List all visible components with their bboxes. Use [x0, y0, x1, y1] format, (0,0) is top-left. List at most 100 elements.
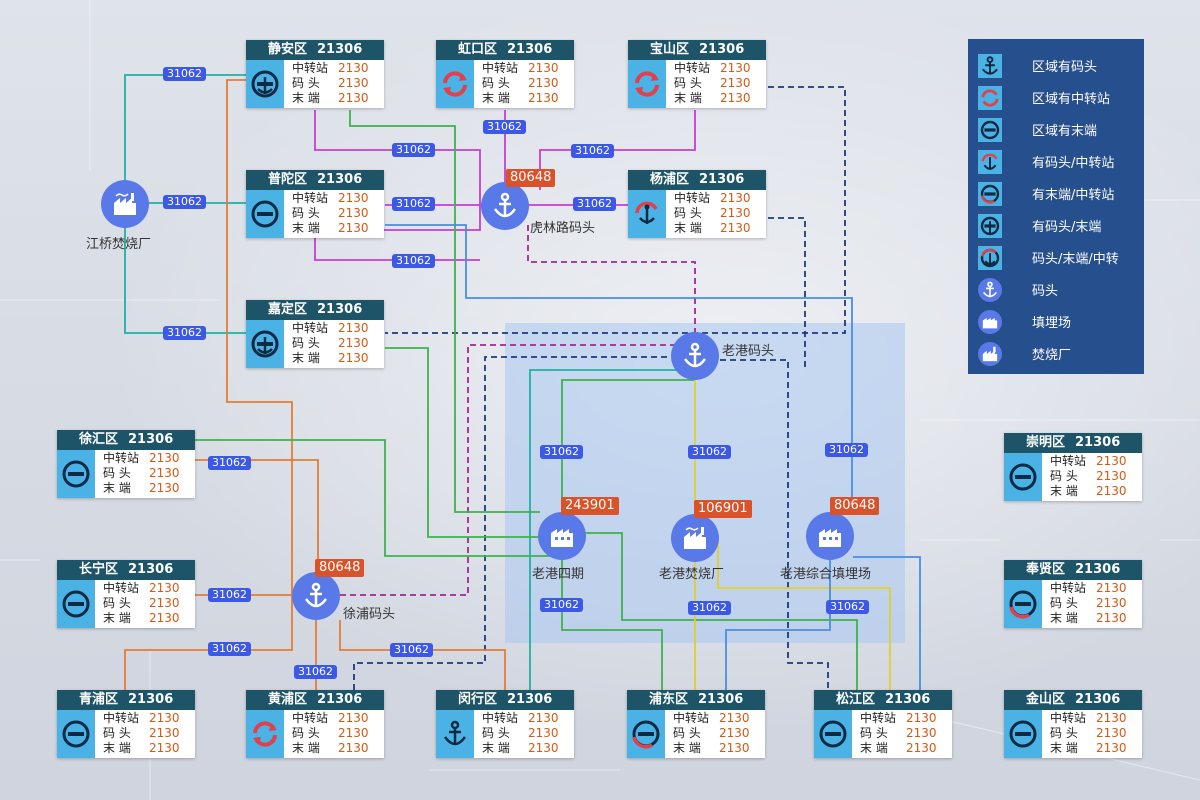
facility-node-laogang-landfill[interactable]: [806, 512, 854, 560]
district-code: 21306: [699, 172, 745, 187]
field-label: 末 端: [1050, 741, 1078, 755]
flow-pill: 31062: [208, 588, 251, 602]
field-label: 码 头: [1050, 596, 1078, 610]
transfer-value: 2130: [149, 581, 180, 595]
flow-pill: 31062: [208, 642, 251, 656]
facility-node-laogang-phase4[interactable]: [538, 512, 586, 560]
district-card-qingpu[interactable]: 青浦区 21306 中转站 2130 码 头 2130 末 端 2130: [57, 690, 195, 758]
terminal-value: 2130: [719, 741, 750, 755]
district-card-huangpu[interactable]: 黄浦区 21306 中转站 2130 码 头 2130 末 端 2130: [246, 690, 384, 758]
transfer-value: 2130: [1096, 711, 1127, 725]
district-code: 21306: [128, 432, 174, 447]
district-card-chongming[interactable]: 崇明区 21306 中转站 2130 码 头 2130 末 端 2130: [1004, 433, 1142, 501]
dock-value: 2130: [149, 726, 180, 740]
terminal-transfer-icon: [978, 182, 1002, 206]
dock-terminal-icon: [978, 214, 1002, 238]
district-card-jiading[interactable]: 嘉定区 21306 中转站 2130 码 头 2130 末 端 2130: [246, 300, 384, 368]
field-label: 中转站: [292, 191, 329, 205]
district-card-jinshan[interactable]: 金山区 21306 中转站 2130 码 头 2130 末 端 2130: [1004, 690, 1142, 758]
district-card-changning[interactable]: 长宁区 21306 中转站 2130 码 头 2130 末 端 2130: [57, 560, 195, 628]
legend-item: 区域有中转站: [978, 80, 1138, 112]
terminal-icon: [57, 710, 95, 758]
facility-node-xupu[interactable]: [292, 572, 340, 620]
flow-pill: 31062: [688, 445, 731, 459]
terminal-value: 2130: [528, 741, 559, 755]
anchor-icon: [683, 342, 707, 368]
district-code: 21306: [698, 692, 744, 707]
anchor-icon: [493, 192, 517, 218]
terminal-icon: [814, 710, 852, 758]
field-label: 中转站: [860, 711, 897, 725]
district-card-putuo[interactable]: 普陀区 21306 中转站 2130 码 头 2130 末 端 2130: [246, 170, 384, 238]
incinerator-icon: [114, 193, 136, 215]
transfer-value: 2130: [720, 191, 751, 205]
facility-node-laogang-incinerator[interactable]: [671, 514, 719, 562]
district-code: 21306: [1075, 435, 1121, 450]
terminal-value: 2130: [149, 481, 180, 495]
field-label: 末 端: [674, 91, 702, 105]
transfer-value: 2130: [906, 711, 937, 725]
terminal-value: 2130: [1096, 741, 1127, 755]
facility-node-jiangqiao[interactable]: [101, 180, 149, 228]
field-label: 末 端: [103, 611, 131, 625]
field-label: 末 端: [860, 741, 888, 755]
flow-pill: 31062: [163, 67, 206, 81]
facility-node-laogang-dock[interactable]: [671, 332, 719, 380]
district-name: 青浦区: [79, 692, 119, 707]
field-label: 码 头: [674, 76, 702, 90]
dock-value: 2130: [528, 76, 559, 90]
field-label: 中转站: [674, 61, 711, 75]
field-label: 中转站: [1050, 454, 1087, 468]
district-card-baoshan[interactable]: 宝山区 21306 中转站 2130 码 头 2130 末 端 2130: [628, 40, 766, 108]
legend-item: 有码头/中转站: [978, 144, 1138, 176]
district-card-minhang[interactable]: 闵行区 21306 中转站 2130 码 头 2130 末 端 2130: [436, 690, 574, 758]
transfer-value: 2130: [528, 61, 559, 75]
transfer-icon: [246, 710, 284, 758]
district-card-xuhui[interactable]: 徐汇区 21306 中转站 2130 码 头 2130 末 端 2130: [57, 430, 195, 498]
legend-item: 有码头/末端: [978, 208, 1138, 240]
dock-value: 2130: [1096, 726, 1127, 740]
facility-badge-laogang-phase4: 243901: [561, 497, 619, 515]
field-label: 中转站: [103, 711, 140, 725]
terminal-value: 2130: [1096, 484, 1127, 498]
district-name: 静安区: [268, 42, 308, 57]
facility-label-laogang-phase4: 老港四期: [532, 567, 585, 582]
flow-pill: 31062: [825, 443, 868, 457]
terminal-value: 2130: [720, 221, 751, 235]
district-code: 21306: [317, 692, 363, 707]
field-label: 码 头: [292, 336, 320, 350]
terminal-value: 2130: [906, 741, 937, 755]
field-label: 码 头: [103, 726, 131, 740]
field-label: 末 端: [103, 741, 131, 755]
district-card-pudong[interactable]: 浦东区 21306 中转站 2130 码 头 2130 末 端 2130: [627, 690, 765, 758]
facility-label-xupu: 徐浦码头: [343, 607, 396, 622]
legend-item: 填埋场: [978, 304, 1138, 336]
district-code: 21306: [317, 42, 363, 57]
legend-label: 有码头/末端: [1032, 220, 1102, 235]
district-card-songjiang[interactable]: 松江区 21306 中转站 2130 码 头 2130 末 端 2130: [814, 690, 952, 758]
transfer-value: 2130: [149, 451, 180, 465]
dock-value: 2130: [528, 726, 559, 740]
terminal-value: 2130: [1096, 611, 1127, 625]
district-card-hongkou[interactable]: 虹口区 21306 中转站 2130 码 头 2130 末 端 2130: [436, 40, 574, 108]
legend-panel: 区域有码头 区域有中转站 区域有末端 有码头/中转站 有末端/中转站 有码头/末…: [968, 39, 1144, 374]
flow-pill: 31062: [483, 120, 526, 134]
flow-pill: 31062: [390, 643, 433, 657]
legend-label: 区域有中转站: [1032, 92, 1111, 107]
district-card-yangpu[interactable]: 杨浦区 21306 中转站 2130 码 头 2130 末 端 2130: [628, 170, 766, 238]
dock-value: 2130: [149, 596, 180, 610]
district-name: 普陀区: [268, 172, 308, 187]
field-label: 中转站: [103, 451, 140, 465]
district-name: 金山区: [1026, 692, 1066, 707]
district-card-fengxian[interactable]: 奉贤区 21306 中转站 2130 码 头 2130 末 端 2130: [1004, 560, 1142, 628]
field-label: 码 头: [674, 206, 702, 220]
district-name: 宝山区: [650, 42, 690, 57]
terminal-value: 2130: [338, 741, 369, 755]
district-card-jingan[interactable]: 静安区 21306 中转站 2130 码 头 2130 末 端 2130: [246, 40, 384, 108]
field-label: 码 头: [1050, 469, 1078, 483]
field-label: 末 端: [103, 481, 131, 495]
terminal-icon: [1004, 453, 1042, 501]
facility-node-hulinlu[interactable]: [481, 182, 529, 230]
legend-item: 焚烧厂: [978, 336, 1138, 368]
field-label: 中转站: [1050, 711, 1087, 725]
